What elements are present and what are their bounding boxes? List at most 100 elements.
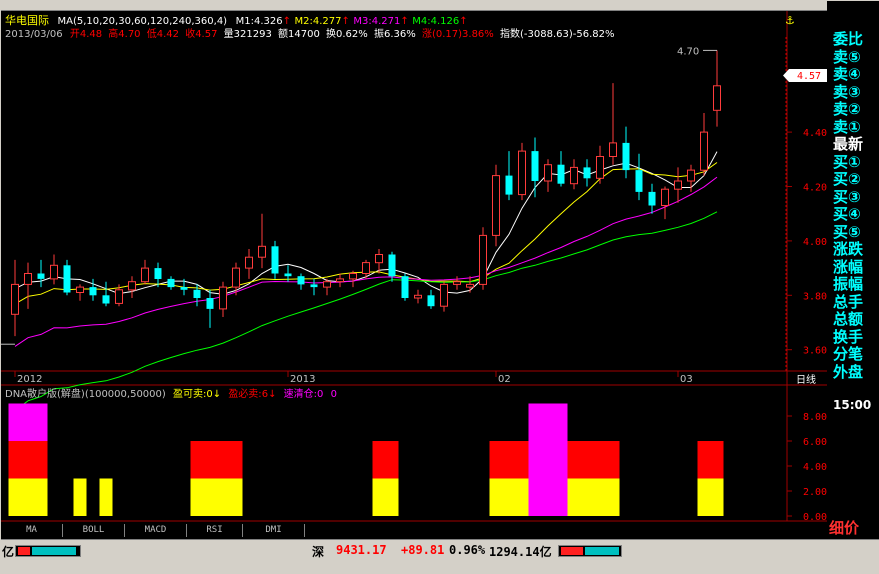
candle-body <box>167 278 175 288</box>
candle <box>401 273 409 301</box>
candle-body <box>609 142 617 157</box>
candle-body <box>50 264 58 280</box>
tick-detail-label[interactable]: 细价 <box>829 521 859 536</box>
candle <box>570 159 578 190</box>
candle-body <box>258 245 266 258</box>
sub-bar-group <box>73 478 87 516</box>
low-value: 4.42 <box>157 29 179 40</box>
must-arrow: ↓ <box>268 389 276 400</box>
sub-bar-red <box>190 441 243 479</box>
candle <box>661 186 669 220</box>
candle-body <box>557 164 565 184</box>
candle-body <box>11 283 19 315</box>
ma-line-10 <box>14 162 718 305</box>
quote-field-label[interactable]: 买④ <box>833 207 861 222</box>
quote-field-label[interactable]: 买② <box>833 172 861 187</box>
candle <box>76 284 84 301</box>
tab-rsi[interactable]: RSI <box>187 524 243 537</box>
candle-body <box>388 254 396 277</box>
ma-m3: M3:4.271 <box>353 16 400 27</box>
chg-label: 涨 <box>422 28 432 40</box>
close-value: 4.57 <box>195 29 217 40</box>
sub-bar-group <box>190 441 243 516</box>
quote-field-label[interactable]: 涨幅 <box>833 259 863 275</box>
quote-field-label[interactable]: 总额 <box>833 312 863 327</box>
tab-macd[interactable]: MACD <box>125 524 187 537</box>
candle-body <box>466 283 474 288</box>
chart-canvas[interactable]: 华电国际 MA(5,10,20,30,60,120,240,360,4) M1:… <box>1 1 827 523</box>
candle <box>206 289 214 328</box>
quote-field-label[interactable]: 卖⑤ <box>833 49 861 65</box>
sub-bar-magenta <box>528 403 568 516</box>
candle-body <box>128 281 136 291</box>
candle-body <box>24 273 32 285</box>
clear-value: 0 <box>317 389 323 400</box>
date-tick-label: 03 <box>680 374 693 385</box>
quote-field-label[interactable]: 卖④ <box>833 67 861 82</box>
candle <box>622 126 630 179</box>
tab-ma[interactable]: MA <box>1 524 63 537</box>
date-tick-label: 2013 <box>290 374 315 385</box>
quote-field-label[interactable]: 最新 <box>833 137 863 152</box>
quote-field-label[interactable]: 卖② <box>833 102 861 117</box>
sub-bar-yellow <box>73 478 87 516</box>
candle-body <box>440 283 448 307</box>
sub-bar-yellow <box>8 478 48 516</box>
date-tick-label: 02 <box>498 374 511 385</box>
anchor-icon[interactable]: ⚓ <box>785 14 795 27</box>
candle-body <box>284 273 292 277</box>
tab-boll[interactable]: BOLL <box>63 524 125 537</box>
candle-body <box>219 286 227 310</box>
sub-tick-label: 8.00 <box>803 412 827 423</box>
quote-field-label[interactable]: 涨跌 <box>833 242 863 257</box>
amt-value: 14700 <box>288 29 320 40</box>
sub-bar-group <box>372 441 399 516</box>
quote-field-label[interactable]: 买③ <box>833 189 861 205</box>
high-value: 4.70 <box>118 29 140 40</box>
candle-body <box>700 131 708 171</box>
ma-line-30 <box>14 211 718 411</box>
candle <box>596 145 604 184</box>
tab-dmi[interactable]: DMI <box>243 524 305 537</box>
quote-field-label[interactable]: 买① <box>833 154 861 170</box>
quote-field-label[interactable]: 分笔 <box>833 347 863 362</box>
ma-m4: M4:4.126 <box>412 16 459 27</box>
candle <box>271 240 279 279</box>
candle-body <box>310 284 318 288</box>
amp-label: 振 <box>374 27 384 40</box>
low-label: 低 <box>147 27 157 40</box>
candle-body <box>37 273 45 279</box>
candle-body <box>713 85 721 111</box>
period-label[interactable]: 日线 <box>796 373 816 386</box>
candle <box>37 259 45 288</box>
sell-arrow: ↓ <box>213 389 221 400</box>
quote-field-label[interactable]: 外盘 <box>833 364 863 380</box>
candle-body <box>570 166 578 185</box>
time-label: 15:00 <box>833 398 872 412</box>
quote-field-label[interactable]: 卖① <box>833 119 861 135</box>
candle <box>336 273 344 288</box>
stock-name: 华电国际 <box>5 13 49 27</box>
quote-field-label[interactable]: 委比 <box>833 32 863 47</box>
candle <box>700 113 708 176</box>
candle <box>427 289 435 309</box>
quote-field-label[interactable]: 换手 <box>833 329 863 345</box>
candle-body <box>505 175 513 195</box>
quote-field-label[interactable]: 卖③ <box>833 84 861 100</box>
sub-bar-group <box>99 478 113 516</box>
candle-body <box>362 262 370 275</box>
quote-field-label[interactable]: 总手 <box>833 294 863 310</box>
ma-m3-arrow: ↑ <box>400 16 408 27</box>
quote-field-label[interactable]: 买⑤ <box>833 224 861 240</box>
candle <box>531 137 539 198</box>
index-pct: 0.96% <box>449 543 486 557</box>
candle-body <box>102 295 110 304</box>
price-tick-label: 3.80 <box>803 291 827 302</box>
candle-body <box>427 295 435 307</box>
candle <box>635 153 643 201</box>
candle-body <box>401 276 409 298</box>
quote-field-label[interactable]: 振幅 <box>833 277 863 292</box>
candle <box>232 262 240 296</box>
candle <box>50 254 58 285</box>
candle-body <box>661 188 669 206</box>
